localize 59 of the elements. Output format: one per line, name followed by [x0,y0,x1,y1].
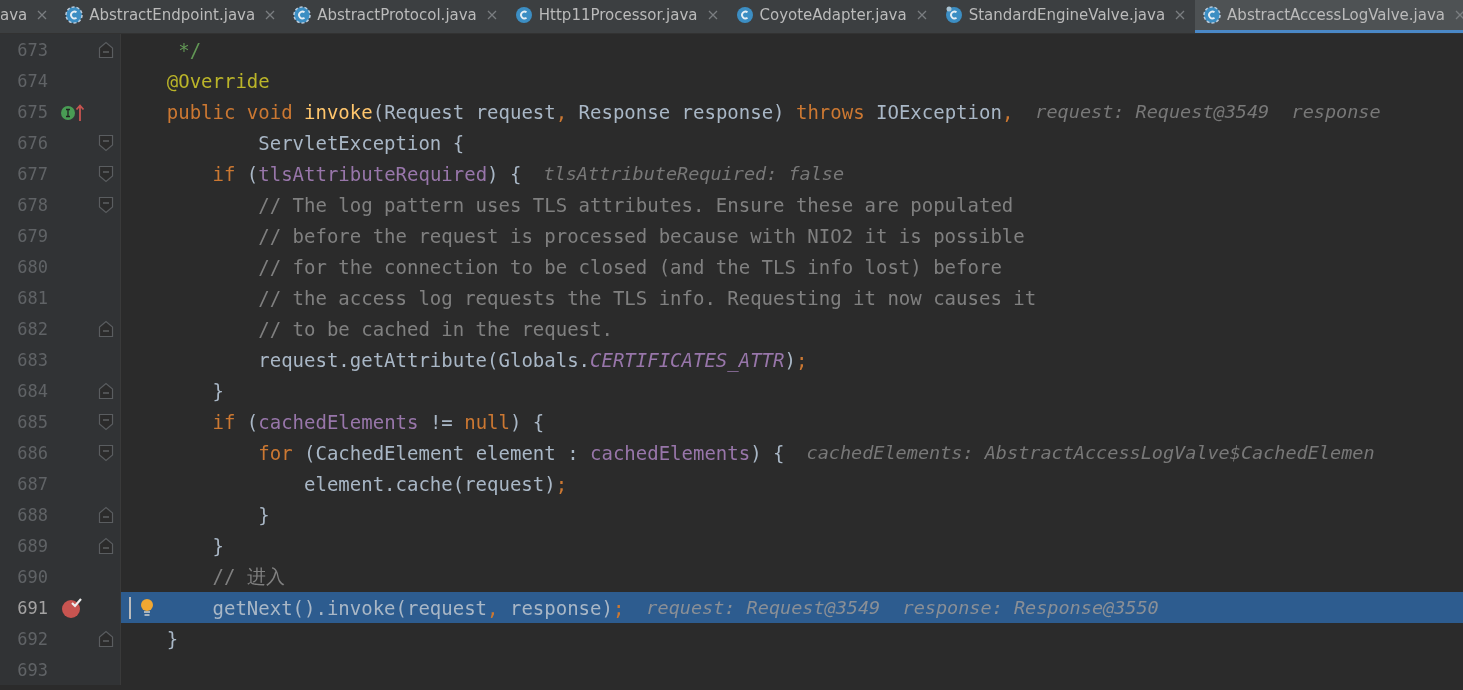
inline-value-hint: request: Request@3549 response: Response@3550 [646,597,1159,618]
code-line: public void invoke(Request request, Response response) throws IOException, [166,100,1014,123]
code-line: if (cachedElements != null) { [212,410,545,433]
code-line: // the access log requests the TLS info. Requesting it now causes it [258,286,1037,309]
code-line: element.cache(request); [304,472,568,495]
fold-marker-icon[interactable] [98,133,114,152]
close-icon[interactable] [707,10,718,20]
fold-marker-icon[interactable] [98,164,114,183]
fold-marker-icon[interactable] [98,629,114,648]
code-line: } [166,627,179,650]
editor-tab[interactable]: ava [0,0,58,33]
breakpoint-icon[interactable] [61,596,85,619]
code-line: ServletException { [258,131,465,154]
editor-tab[interactable]: AbstractProtocol.java [285,0,507,33]
fold-marker-icon[interactable] [98,381,114,400]
inline-value-hint: tlsAttributeRequired: false [543,163,845,184]
fold-marker-icon[interactable] [98,505,114,524]
code-line: } [212,534,224,557]
code-line: } [258,503,270,526]
code-line: for (CachedElement element : cachedElements) { [258,441,785,464]
code-line: } [212,379,224,402]
code-line: if (tlsAttributeRequired) { [212,162,522,185]
close-icon[interactable] [916,10,927,20]
code-line: // 进入 [212,563,285,589]
class-file-icon [1203,6,1222,24]
class-file-icon [944,6,963,24]
editor-tab[interactable]: CoyoteAdapter.java [727,0,937,33]
text-caret [129,596,131,619]
line-number: 691 [16,597,48,618]
editor-tab[interactable]: AbstractAccessLogValve.java [1195,0,1463,33]
fold-marker-icon[interactable] [98,443,114,462]
lightbulb-icon[interactable] [139,597,155,618]
code-line: request.getAttribute(Globals.CERTIFICATES_ATTR); [258,348,808,371]
code-line: // before the request is processed because with NIO2 it is possible [258,224,1025,247]
editor-tab[interactable]: Http11Processor.java [506,0,728,33]
close-icon[interactable] [37,10,48,20]
class-file-icon [735,6,754,24]
fold-marker-icon[interactable] [98,195,114,214]
editor-tab[interactable]: AbstractEndpoint.java [57,0,286,33]
code-line: getNext().invoke(request, response); [212,596,625,619]
inline-value-hint: cachedElements: AbstractAccessLogValve$CachedElemen [806,442,1375,463]
close-icon[interactable] [265,10,276,20]
fold-marker-icon[interactable] [98,536,114,555]
class-file-icon [65,6,84,24]
class-file-icon [514,6,533,24]
class-file-icon [293,6,312,24]
fold-marker-icon[interactable] [98,319,114,338]
close-icon[interactable] [1454,10,1463,20]
code-line: */ [178,38,202,61]
editor-tab[interactable]: StandardEngineValve.java [936,0,1196,33]
fold-marker-icon[interactable] [98,412,114,431]
fold-marker-icon[interactable] [98,40,114,59]
code-line: @Override [166,69,270,92]
code-line: // The log pattern uses TLS attributes. Ensure these are populated [258,193,1014,216]
close-icon[interactable] [1175,10,1186,20]
close-icon[interactable] [486,10,497,20]
code-line: // for the connection to be closed (and the TLS info lost) before [258,255,1002,278]
inline-value-hint: request: Request@3549 response [1035,101,1381,122]
code-line: // to be cached in the request. [258,317,613,340]
